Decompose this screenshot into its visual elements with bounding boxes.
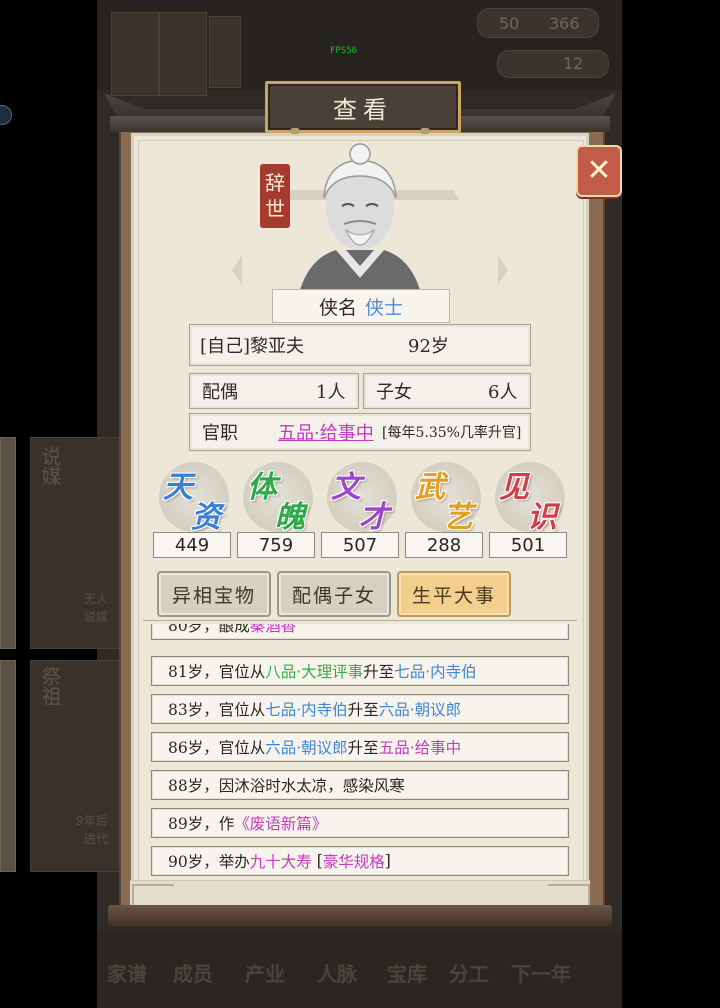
dialog-title: 查看 bbox=[265, 81, 461, 133]
side-small-text-3: 9年后 bbox=[76, 814, 108, 828]
tab-life-events[interactable]: 生平大事 bbox=[397, 571, 511, 617]
life-events-list[interactable]: 80岁， 酿成 秦酒香 81岁，官位从 八品·大理评事 升至 七品·内寺伯 83岁，官位从… bbox=[143, 624, 577, 880]
nickname-value: 侠士 bbox=[365, 296, 404, 319]
list-item-event-89: 89岁，作 《废语新篇》 bbox=[151, 808, 569, 838]
age-text: 92岁 bbox=[408, 336, 449, 357]
children-box: 子女 6人 bbox=[363, 373, 531, 409]
list-item-event-83: 83岁，官位从 七品·内寺伯 升至 六品·朝议郎 bbox=[151, 694, 569, 724]
side-card-label-matchmaking: 说媒 bbox=[38, 446, 62, 486]
nickname-plate: 侠名 侠士 bbox=[272, 289, 450, 323]
office-note: [每年5.35%几率升官] bbox=[382, 425, 522, 441]
nickname-label: 侠名 bbox=[318, 296, 357, 319]
resource-value-3: 12 bbox=[563, 54, 584, 73]
attr-talent: 天 资 bbox=[155, 460, 233, 535]
dialog-bottom-step bbox=[130, 880, 590, 907]
title-knob-right bbox=[420, 128, 430, 134]
side-small-text-2: 说媒 bbox=[84, 610, 109, 624]
nav-item-connections[interactable]: 人脉 bbox=[317, 958, 357, 987]
side-edge-button[interactable] bbox=[0, 105, 12, 125]
identity-text: [自己]黎亚夫 bbox=[200, 336, 305, 357]
background-book-1 bbox=[111, 12, 159, 96]
attr-value-physique: 759 bbox=[237, 532, 315, 558]
resource-value-2: 366 bbox=[549, 14, 580, 33]
side-small-text-1: 无人 bbox=[84, 592, 109, 606]
side-card-label-ancestor: 祭祖 bbox=[38, 666, 62, 706]
identity-box: [自己]黎亚夫 92岁 bbox=[189, 324, 531, 366]
spouse-label: 配偶 bbox=[202, 382, 238, 403]
left-side-panel-2 bbox=[0, 660, 16, 872]
nav-item-members[interactable]: 成员 bbox=[173, 958, 213, 987]
character-portrait bbox=[300, 143, 420, 290]
attr-martial: 武 艺 bbox=[407, 460, 485, 535]
spouse-box: 配偶 1人 bbox=[189, 373, 359, 409]
spouse-value: 1人 bbox=[316, 382, 346, 403]
nav-item-treasury[interactable]: 宝库 bbox=[387, 958, 427, 987]
title-knob-left bbox=[290, 128, 300, 134]
attr-insight: 见 识 bbox=[491, 460, 569, 535]
list-item-event-81: 81岁，官位从 八品·大理评事 升至 七品·内寺伯 bbox=[151, 656, 569, 686]
tab-spouse-children[interactable]: 配偶子女 bbox=[277, 571, 391, 617]
resource-value-1: 50 bbox=[499, 14, 520, 33]
dialog-bottom-base bbox=[108, 905, 612, 927]
attr-value-literary: 507 bbox=[321, 532, 399, 558]
children-label: 子女 bbox=[376, 382, 412, 403]
nav-item-division[interactable]: 分工 bbox=[449, 958, 489, 987]
close-icon: ✕ bbox=[586, 153, 612, 188]
list-item-event-90: 90岁，举办 九十大寿 [豪华规格] bbox=[151, 846, 569, 876]
attr-value-insight: 501 bbox=[489, 532, 567, 558]
nav-item-next-year[interactable]: 下一年 bbox=[511, 958, 571, 987]
resource-box-1 bbox=[477, 8, 599, 38]
deceased-stamp: 辞 世 bbox=[260, 164, 290, 228]
office-label: 官职 bbox=[202, 423, 238, 444]
left-side-panel-1 bbox=[0, 437, 16, 649]
children-value: 6人 bbox=[488, 382, 518, 403]
attr-value-talent: 449 bbox=[153, 532, 231, 558]
nav-item-industry[interactable]: 产业 bbox=[245, 958, 285, 987]
nav-item-family-tree[interactable]: 家谱 bbox=[107, 958, 147, 987]
list-item-event-88: 88岁，因沐浴时水太凉，感染风寒 bbox=[151, 770, 569, 800]
list-item-event-86: 86岁，官位从 六品·朝议郎 升至 五品·给事中 bbox=[151, 732, 569, 762]
background-book-3 bbox=[209, 16, 241, 88]
background-book-2 bbox=[159, 12, 207, 96]
tab-treasures[interactable]: 异相宝物 bbox=[157, 571, 271, 617]
list-item-event-80: 80岁， 酿成 秦酒香 bbox=[151, 624, 569, 640]
attr-value-martial: 288 bbox=[405, 532, 483, 558]
office-value[interactable]: 五品·给事中 bbox=[278, 419, 374, 445]
resource-box-2 bbox=[497, 50, 609, 78]
side-small-text-4: 进代 bbox=[84, 832, 109, 846]
attr-physique: 体 魄 bbox=[239, 460, 317, 535]
office-box: 官职 五品·给事中 [每年5.35%几率升官] bbox=[189, 413, 531, 451]
fps-counter: FPS56 bbox=[330, 46, 358, 56]
close-button[interactable]: ✕ bbox=[576, 145, 622, 197]
attr-literary: 文 才 bbox=[323, 460, 401, 535]
